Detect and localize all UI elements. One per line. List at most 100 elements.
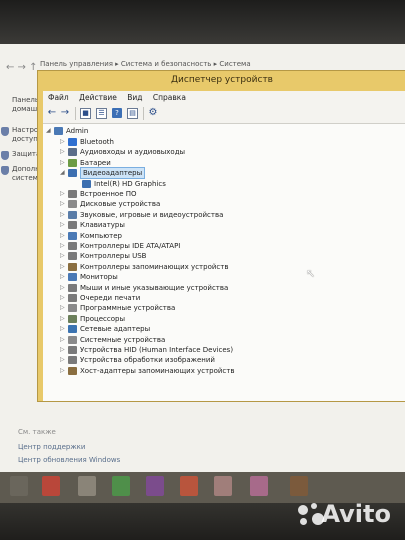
toolbar-separator — [75, 107, 76, 120]
toolbar-separator — [143, 107, 144, 120]
window-title: Диспетчер устройств — [170, 75, 273, 85]
device-icon — [68, 262, 77, 271]
expand-icon[interactable]: ▷ — [60, 324, 67, 334]
explorer-icon[interactable] — [78, 476, 96, 496]
expand-icon[interactable]: ▷ — [60, 262, 67, 272]
expand-icon[interactable]: ▷ — [60, 147, 67, 157]
toolbar: ← → ■ ☰ ? ▤ ⚙ — [43, 104, 405, 124]
device-label: Аудиовходы и аудиовыходы — [80, 148, 186, 157]
shield-icon — [1, 127, 9, 136]
shield-icon — [1, 151, 9, 160]
computer-icon — [54, 127, 63, 135]
app-icon[interactable] — [250, 476, 268, 496]
excel-icon[interactable] — [112, 476, 130, 496]
device-label: Звуковые, игровые и видеоустройства — [80, 210, 224, 219]
expand-icon[interactable]: ▷ — [60, 335, 67, 345]
device-icon — [68, 346, 77, 354]
control-panel-home-link[interactable]: Панель домашн — [12, 96, 42, 114]
show-hide-tree-icon[interactable]: ■ — [80, 108, 91, 119]
menu-action[interactable]: Действие — [79, 91, 117, 104]
device-label: Контроллеры запоминающих устройств — [80, 262, 229, 271]
expand-icon[interactable]: ▷ — [60, 366, 67, 376]
watermark: Avito — [321, 500, 391, 528]
device-icon — [68, 335, 77, 344]
device-icon — [68, 242, 77, 250]
device-label: Intel(R) HD Graphics — [94, 179, 166, 188]
expand-icon[interactable]: ▷ — [60, 303, 67, 313]
remote-settings-link[interactable]: Настрой доступа — [1, 126, 43, 144]
watermark-logo-icon — [298, 503, 324, 527]
expand-icon[interactable]: ▷ — [60, 210, 67, 220]
help-icon[interactable]: ? — [112, 108, 122, 118]
action-center-link[interactable]: Центр поддержки — [18, 443, 85, 451]
device-label: Мыши и иные указывающие устройства — [80, 283, 229, 292]
protection-link[interactable]: Защита — [1, 150, 40, 160]
forward-arrow-icon[interactable]: → — [59, 107, 71, 119]
menu-bar: Файл Действие Вид Справка — [43, 91, 405, 104]
onenote-icon[interactable] — [146, 476, 164, 496]
windows-update-link[interactable]: Центр обновления Windows — [18, 456, 120, 464]
start-icon[interactable] — [10, 476, 28, 496]
expand-icon[interactable]: ▷ — [60, 293, 67, 303]
collapse-icon[interactable]: ◢ — [46, 126, 53, 136]
expand-icon[interactable]: ▷ — [60, 189, 67, 199]
advanced-settings-link[interactable]: Дополн систем — [1, 165, 40, 183]
photos-icon[interactable] — [214, 476, 232, 496]
device-label: Компьютер — [80, 231, 122, 240]
nav-arrows[interactable]: ← → ↑ — [6, 62, 38, 73]
expand-icon[interactable]: ▷ — [60, 251, 67, 261]
collapse-icon[interactable]: ◢ — [60, 168, 67, 178]
see-also-label: См. также — [18, 428, 56, 436]
device-label: Устройства обработки изображений — [80, 356, 215, 365]
device-label: Контроллеры IDE ATA/ATAPI — [80, 242, 181, 250]
expand-icon[interactable]: ▷ — [60, 158, 67, 168]
monitor-bezel-top — [0, 0, 405, 44]
scan-hardware-icon[interactable]: ⚙ — [147, 107, 159, 119]
device-label: Контроллеры USB — [80, 252, 147, 261]
device-label: Встроенное ПО — [80, 190, 137, 198]
properties-icon[interactable]: ☰ — [96, 108, 107, 119]
device-label: Процессоры — [80, 314, 126, 323]
device-icon — [68, 210, 77, 219]
device-label: Хост-адаптеры запоминающих устройств — [80, 366, 235, 375]
device-label: Устройства HID (Human Interface Devices) — [80, 346, 234, 354]
device-label: Очереди печати — [80, 294, 141, 302]
device-icon — [68, 169, 77, 178]
app-icon[interactable] — [290, 476, 308, 496]
expand-icon[interactable]: ▷ — [60, 314, 67, 324]
expand-icon[interactable]: ▷ — [60, 355, 67, 365]
device-icon — [68, 294, 77, 302]
expand-icon[interactable]: ▷ — [60, 272, 67, 282]
device-icon — [82, 179, 91, 188]
expand-icon[interactable]: ▷ — [60, 137, 67, 147]
expand-icon[interactable]: ▷ — [60, 220, 67, 230]
device-label: Клавиатуры — [80, 221, 125, 230]
device-icon — [68, 273, 77, 282]
device-label: Видеоадаптеры — [80, 167, 146, 180]
device-tree: ◢ Admin ▷ Bluetooth ▷ Аудиовходы и аудиовых… — [43, 124, 405, 401]
expand-icon[interactable]: ▷ — [60, 283, 67, 293]
back-arrow-icon[interactable]: ← — [46, 107, 58, 119]
device-icon — [68, 138, 77, 146]
device-icon — [68, 325, 77, 334]
device-icon — [68, 200, 77, 209]
mouse-cursor-icon: ↖ — [306, 267, 316, 280]
expand-icon[interactable]: ▷ — [60, 199, 67, 209]
device-list-icon[interactable]: ▤ — [127, 108, 138, 119]
device-icon — [68, 366, 77, 375]
device-manager-window: Диспетчер устройств Файл Действие Вид Сп… — [37, 70, 405, 402]
expand-icon[interactable]: ▷ — [60, 345, 67, 355]
shield-icon — [1, 166, 9, 175]
menu-file[interactable]: Файл — [48, 91, 69, 104]
powerpoint-icon[interactable] — [180, 476, 198, 496]
device-icon — [68, 231, 77, 240]
device-icon — [68, 221, 77, 230]
device-icon — [68, 314, 77, 323]
expand-icon[interactable]: ▷ — [60, 241, 67, 251]
expand-icon[interactable]: ▷ — [60, 231, 67, 241]
device-icon — [68, 283, 77, 292]
device-label: Мониторы — [80, 273, 118, 282]
chrome-icon[interactable] — [42, 476, 60, 496]
menu-help[interactable]: Справка — [153, 91, 186, 104]
menu-view[interactable]: Вид — [127, 91, 142, 104]
